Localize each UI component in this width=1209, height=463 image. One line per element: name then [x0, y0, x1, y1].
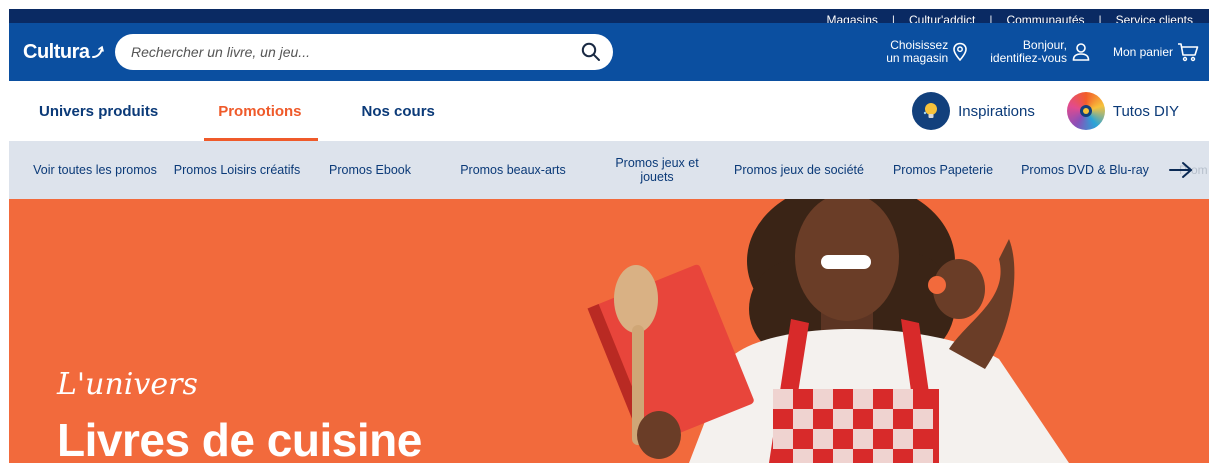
topbar-link-communautes[interactable]: Communautés	[1006, 14, 1084, 23]
location-pin-icon	[953, 42, 968, 62]
account-button[interactable]: Bonjour, identifiez-vous	[990, 39, 1091, 65]
cart-icon	[1178, 43, 1199, 62]
promotions-subnav: Voir toutes les promos Promos Loisirs cr…	[9, 141, 1209, 199]
main-navigation: Univers produits Promotions Nos cours In…	[9, 81, 1209, 141]
arrow-right-icon	[1169, 162, 1192, 178]
hero-title: Livres de cuisine	[57, 414, 422, 463]
search-bar	[115, 34, 613, 70]
subnav-item[interactable]: Promos jeux et jouets	[597, 156, 717, 184]
subnav-item[interactable]: Promos beaux-arts	[429, 163, 597, 177]
subnav-item[interactable]: Promos jeux de société	[717, 163, 881, 177]
separator: |	[989, 13, 993, 23]
nav-univers-produits[interactable]: Univers produits	[39, 81, 158, 141]
cultura-logo[interactable]: Cultura	[23, 41, 115, 64]
cart-button[interactable]: Mon panier	[1113, 42, 1199, 62]
header-actions: Choisissez un magasin Bonjour, identifie…	[864, 39, 1199, 65]
subnav-item[interactable]: Promos Loisirs créatifs	[163, 163, 311, 177]
lightbulb-icon	[912, 92, 951, 130]
nav-nos-cours[interactable]: Nos cours	[362, 81, 435, 141]
subnav-item[interactable]: Promos DVD & Blu-ray	[1005, 163, 1165, 177]
nav-tutos-diy[interactable]: Tutos DIY	[1066, 92, 1179, 130]
subnav-item[interactable]: Promos Ebook	[311, 163, 429, 177]
subnav-item[interactable]: Promos Papeterie	[881, 163, 1005, 177]
inspirations-label: Inspirations	[958, 102, 1035, 120]
topbar-link-service-clients[interactable]: Service clients	[1116, 14, 1193, 23]
user-icon	[1072, 43, 1090, 61]
choose-store-button[interactable]: Choisissez un magasin	[886, 39, 968, 65]
utility-bar: Magasins | Cultur'addict | Communautés |…	[9, 9, 1209, 23]
nav-promotions[interactable]: Promotions	[204, 81, 318, 141]
account-line2: identifiez-vous	[990, 51, 1067, 65]
hero-banner[interactable]: L'univers Livres de cuisine	[9, 199, 1209, 463]
hero-kicker: L'univers	[57, 367, 198, 402]
store-line2: un magasin	[886, 51, 949, 65]
separator: |	[1098, 13, 1102, 23]
topbar-link-magasins[interactable]: Magasins	[827, 14, 878, 23]
subnav-next-button[interactable]	[1169, 141, 1193, 199]
logo-swoosh-icon	[91, 45, 104, 58]
nav-right-group: Inspirations Tutos DIY	[880, 92, 1179, 130]
colorful-swirl-icon	[1066, 92, 1105, 130]
site-header: Cultura Choisissez un magasin Bonjour, i…	[9, 23, 1209, 81]
tutos-label: Tutos DIY	[1112, 102, 1179, 120]
topbar-link-culturaddict[interactable]: Cultur'addict	[909, 14, 975, 23]
separator: |	[891, 13, 895, 23]
page: Magasins | Cultur'addict | Communautés |…	[9, 9, 1209, 463]
nav-inspirations[interactable]: Inspirations	[912, 92, 1035, 130]
cart-label: Mon panier	[1112, 44, 1173, 59]
subnav-item[interactable]: Voir toutes les promos	[27, 163, 163, 177]
search-icon[interactable]	[581, 42, 601, 62]
search-input[interactable]	[131, 44, 581, 60]
logo-text: Cultura	[23, 40, 90, 63]
